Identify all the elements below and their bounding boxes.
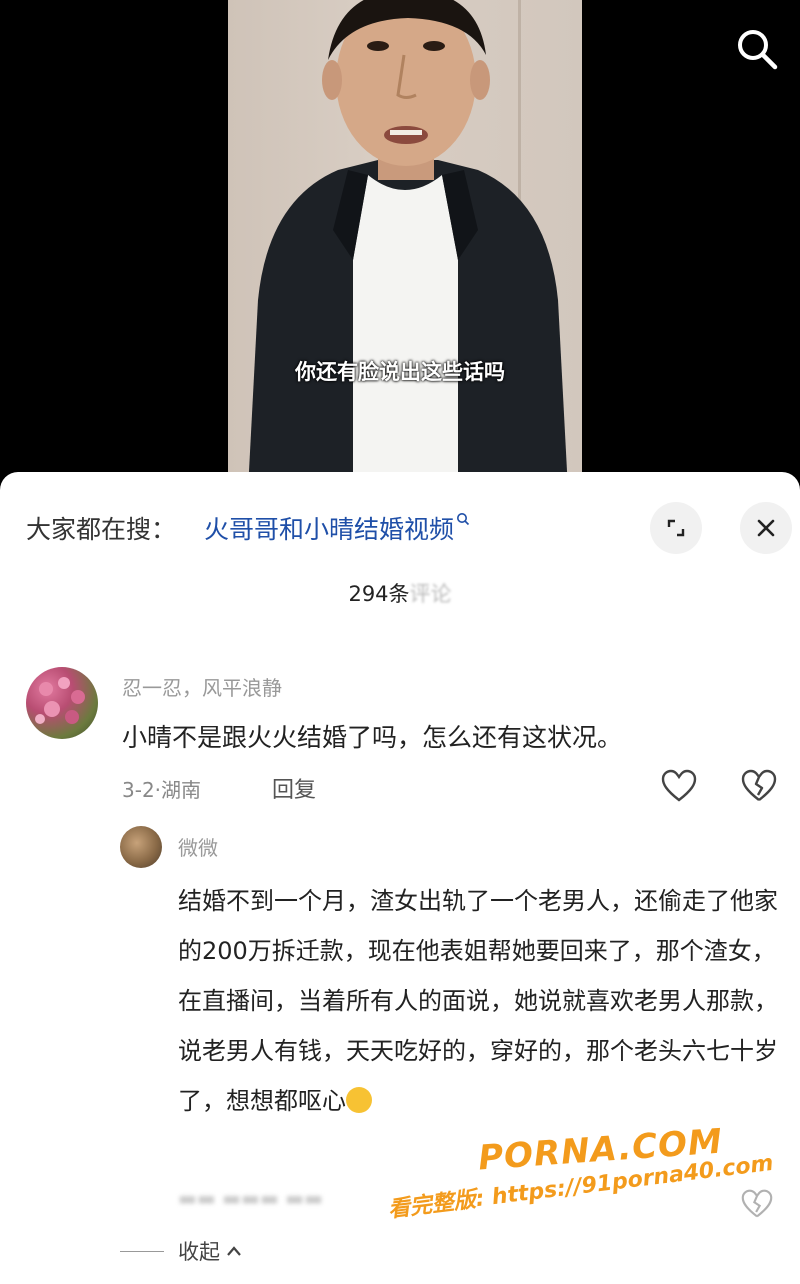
chevron-up-icon [226, 1242, 242, 1261]
divider [120, 1250, 164, 1252]
expand-button[interactable] [650, 502, 702, 554]
reply-button[interactable]: 回复 [272, 772, 316, 804]
trending-search-link[interactable]: 火哥哥和小晴结婚视频 [204, 510, 470, 546]
trending-prefix: 大家都在搜： [26, 515, 177, 544]
reply-text: 结婚不到一个月，渣女出轨了一个老男人，还偷走了他家的200万拆迁款，现在他表姐帮… [178, 887, 778, 1115]
trending-query: 火哥哥和小晴结婚视频 [204, 515, 455, 544]
comment-date-location: 3-2·湖南 [122, 778, 202, 802]
speaker-figure [248, 0, 568, 490]
video-player[interactable]: 你还有脸说出这些话吗 [0, 0, 800, 490]
laughing-emoji-icon [346, 1087, 372, 1113]
collapse-label: 收起 [178, 1240, 220, 1264]
reply-username[interactable]: 微微 [178, 832, 218, 861]
heart-icon [661, 769, 697, 802]
reply-meta-blurred: ▬▬ ▬▬▬ ▬▬ [178, 1186, 323, 1210]
broken-heart-icon [741, 1189, 773, 1218]
expand-icon [667, 519, 685, 537]
close-button[interactable] [740, 502, 792, 554]
avatar[interactable] [26, 667, 98, 739]
broken-heart-icon [741, 769, 777, 801]
search-icon [738, 30, 778, 70]
avatar-flowers-image [35, 677, 85, 724]
comment-text: 小晴不是跟火火结婚了吗，怎么还有这状况。 [122, 723, 623, 752]
search-button[interactable] [730, 22, 784, 76]
reply-dislike-button[interactable] [740, 1188, 774, 1224]
video-subtitle: 你还有脸说出这些话吗 [295, 360, 505, 384]
reply-avatar[interactable] [120, 826, 162, 868]
search-small-icon [456, 512, 470, 530]
like-button[interactable] [660, 768, 698, 808]
comment-username[interactable]: 忍一忍，风平浪静 [122, 672, 282, 701]
video-frame [228, 0, 582, 490]
collapse-replies-button[interactable]: 收起 [120, 1236, 242, 1266]
comment-count: 294条评论 [348, 582, 452, 606]
dislike-button[interactable] [740, 768, 778, 808]
sheet-header: 大家都在搜： 火哥哥和小晴结婚视频 [0, 472, 800, 582]
close-icon [757, 519, 775, 537]
